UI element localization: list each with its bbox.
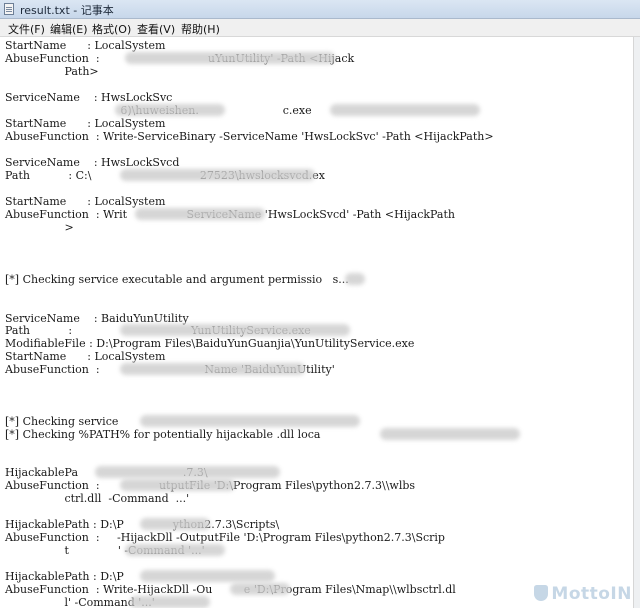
redaction-blur bbox=[125, 52, 335, 64]
menu-help[interactable]: 帮助(H) bbox=[178, 20, 223, 38]
text-line: StartName : LocalSystem bbox=[5, 350, 166, 363]
text-line: AbuseFunction : -HijackDll -OutputFile '… bbox=[5, 531, 445, 544]
text-line: ServiceName : HwsLockSvcd bbox=[5, 156, 180, 169]
text-line: > bbox=[5, 221, 74, 234]
shield-icon bbox=[534, 585, 549, 601]
redaction-blur bbox=[230, 583, 290, 595]
watermark: MottoIN bbox=[534, 584, 632, 604]
redaction-blur bbox=[120, 363, 305, 375]
text-line: [*] Checking service executable and argu… bbox=[5, 273, 349, 286]
watermark-text: MottoIN bbox=[551, 584, 632, 604]
window-title: result.txt - 记事本 bbox=[20, 4, 114, 17]
redaction-blur bbox=[115, 104, 225, 116]
vertical-scrollbar[interactable] bbox=[633, 37, 640, 608]
redaction-blur bbox=[345, 273, 365, 285]
redaction-blur bbox=[95, 466, 280, 478]
menu-file[interactable]: 文件(F) bbox=[5, 20, 48, 38]
redaction-blur bbox=[120, 324, 350, 336]
text-line: ctrl.dll -Command ...' bbox=[5, 492, 190, 505]
redaction-blur bbox=[140, 570, 275, 582]
redaction-blur bbox=[330, 104, 480, 116]
menu-bar: 文件(F) 编辑(E) 格式(O) 查看(V) 帮助(H) bbox=[0, 19, 640, 37]
redaction-blur bbox=[380, 428, 520, 440]
text-editor[interactable]: StartName : LocalSystem AbuseFunction : … bbox=[0, 37, 634, 608]
text-line: StartName : LocalSystem bbox=[5, 117, 166, 130]
text-line: AbuseFunction : Write-ServiceBinary -Ser… bbox=[5, 130, 494, 143]
redaction-blur bbox=[125, 544, 225, 556]
notepad-icon bbox=[4, 3, 14, 15]
menu-view[interactable]: 查看(V) bbox=[134, 20, 178, 38]
text-line: ServiceName : HwsLockSvc bbox=[5, 91, 173, 104]
text-line: [*] Checking %PATH% for potentially hija… bbox=[5, 428, 321, 441]
redaction-blur bbox=[130, 596, 210, 608]
text-line: StartName : LocalSystem bbox=[5, 39, 166, 52]
text-line: [*] Checking service bbox=[5, 415, 119, 428]
redaction-blur bbox=[140, 518, 210, 530]
text-line: HijackablePath : D:\P bbox=[5, 570, 124, 583]
redaction-blur bbox=[135, 208, 265, 220]
menu-edit[interactable]: 编辑(E) bbox=[47, 20, 91, 38]
redaction-blur bbox=[140, 415, 360, 427]
menu-format[interactable]: 格式(O) bbox=[89, 20, 134, 38]
text-line: Path> bbox=[5, 65, 99, 78]
text-line: ModifiableFile : D:\Program Files\BaiduY… bbox=[5, 337, 415, 350]
title-bar: result.txt - 记事本 bbox=[0, 0, 640, 19]
text-line: StartName : LocalSystem bbox=[5, 195, 166, 208]
redaction-blur bbox=[120, 169, 315, 181]
redaction-blur bbox=[120, 479, 235, 491]
